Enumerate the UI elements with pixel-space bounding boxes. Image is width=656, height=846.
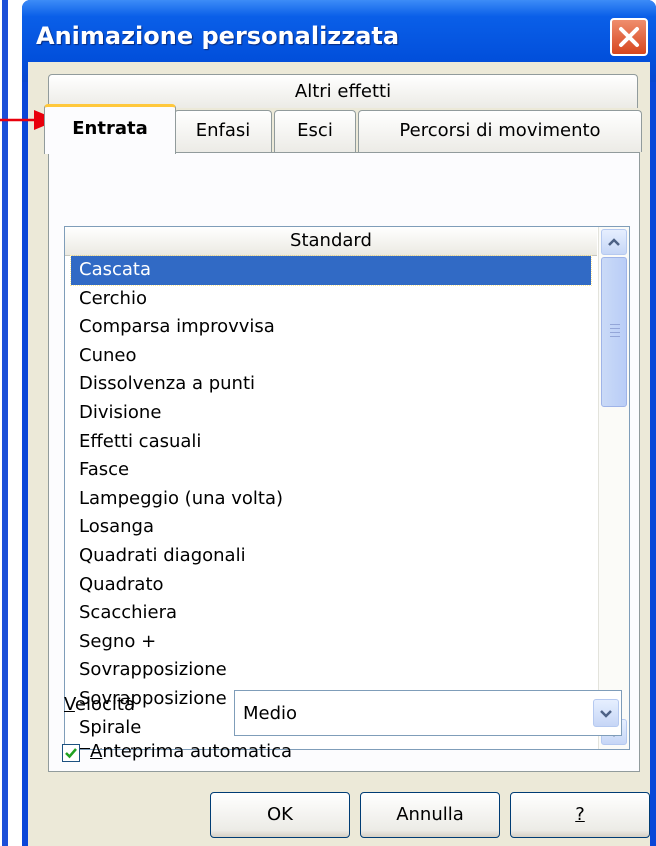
scroll-up-button[interactable] xyxy=(601,229,627,255)
speed-select[interactable]: Medio xyxy=(234,690,622,736)
tab-label: Percorsi di movimento xyxy=(399,120,601,141)
thumb-grip xyxy=(610,336,620,337)
list-item[interactable]: Cuneo xyxy=(65,342,597,371)
close-button[interactable] xyxy=(610,18,648,56)
ok-button[interactable]: OK xyxy=(210,792,350,838)
list-item[interactable]: Losanga xyxy=(65,513,597,542)
scroll-thumb[interactable] xyxy=(601,257,627,407)
dialog-body: Altri effetti Entrata Enfasi Esci Percor… xyxy=(28,62,650,846)
list-item[interactable]: Quadrati diagonali xyxy=(65,542,597,571)
list-item[interactable]: Scacchiera xyxy=(65,599,597,628)
list-item[interactable]: Effetti casuali xyxy=(65,428,597,457)
dialog-window: Animazione personalizzata Altri effetti … xyxy=(22,0,656,846)
thumb-grip xyxy=(610,324,620,325)
list-item[interactable]: Cascata xyxy=(70,255,592,286)
tab-altri-effetti[interactable]: Altri effetti xyxy=(48,74,638,108)
window-title: Animazione personalizzata xyxy=(36,22,400,50)
speed-label: Velocità xyxy=(64,694,135,715)
tab-label: Entrata xyxy=(72,118,148,139)
list-item[interactable]: Sovrapposizione xyxy=(65,656,597,685)
list-item[interactable]: Fasce xyxy=(65,456,597,485)
list-item[interactable]: Dissolvenza a punti xyxy=(65,370,597,399)
close-icon xyxy=(619,27,639,47)
chevron-up-icon xyxy=(608,238,620,246)
tab-label: Esci xyxy=(297,120,333,141)
speed-dropdown-button[interactable] xyxy=(593,699,619,727)
tab-percorsi-di-movimento[interactable]: Percorsi di movimento xyxy=(358,110,642,152)
effects-listbox[interactable]: Standard Cascata Cerchio Comparsa improvvi… xyxy=(64,226,630,750)
speed-label-accesskey: V xyxy=(64,694,75,715)
list-item[interactable]: Cerchio xyxy=(65,285,597,314)
speed-label-text: elocità xyxy=(74,694,135,715)
tab-entrata[interactable]: Entrata xyxy=(44,104,176,154)
tab-label: Enfasi xyxy=(195,120,251,141)
list-item[interactable]: Comparsa improvvisa xyxy=(65,313,597,342)
auto-preview-label[interactable]: Anteprima automatica xyxy=(90,741,292,762)
list-item[interactable]: Segno + xyxy=(65,628,597,657)
help-label: ? xyxy=(575,804,585,825)
help-button[interactable]: ? xyxy=(510,792,650,838)
cancel-button[interactable]: Annulla xyxy=(360,792,500,838)
checkmark-icon xyxy=(65,748,77,759)
tab-enfasi[interactable]: Enfasi xyxy=(174,110,272,152)
tab-label: Altri effetti xyxy=(294,81,392,102)
preview-label-accesskey: A xyxy=(90,741,103,762)
list-item[interactable]: Lampeggio (una volta) xyxy=(65,485,597,514)
tab-esci[interactable]: Esci xyxy=(274,110,356,152)
thumb-grip xyxy=(610,328,620,329)
auto-preview-checkbox[interactable] xyxy=(62,744,80,762)
list-header: Standard xyxy=(65,227,597,256)
effects-list: Cascata Cerchio Comparsa improvvisa Cuneo Di… xyxy=(65,255,597,749)
speed-value: Medio xyxy=(243,703,298,724)
preview-label-text: nteprima automatica xyxy=(102,741,293,762)
thumb-grip xyxy=(610,332,620,333)
chevron-down-icon xyxy=(600,710,612,718)
list-item[interactable]: Divisione xyxy=(65,399,597,428)
vertical-scrollbar[interactable] xyxy=(598,227,629,749)
list-item[interactable]: Quadrato xyxy=(65,571,597,600)
